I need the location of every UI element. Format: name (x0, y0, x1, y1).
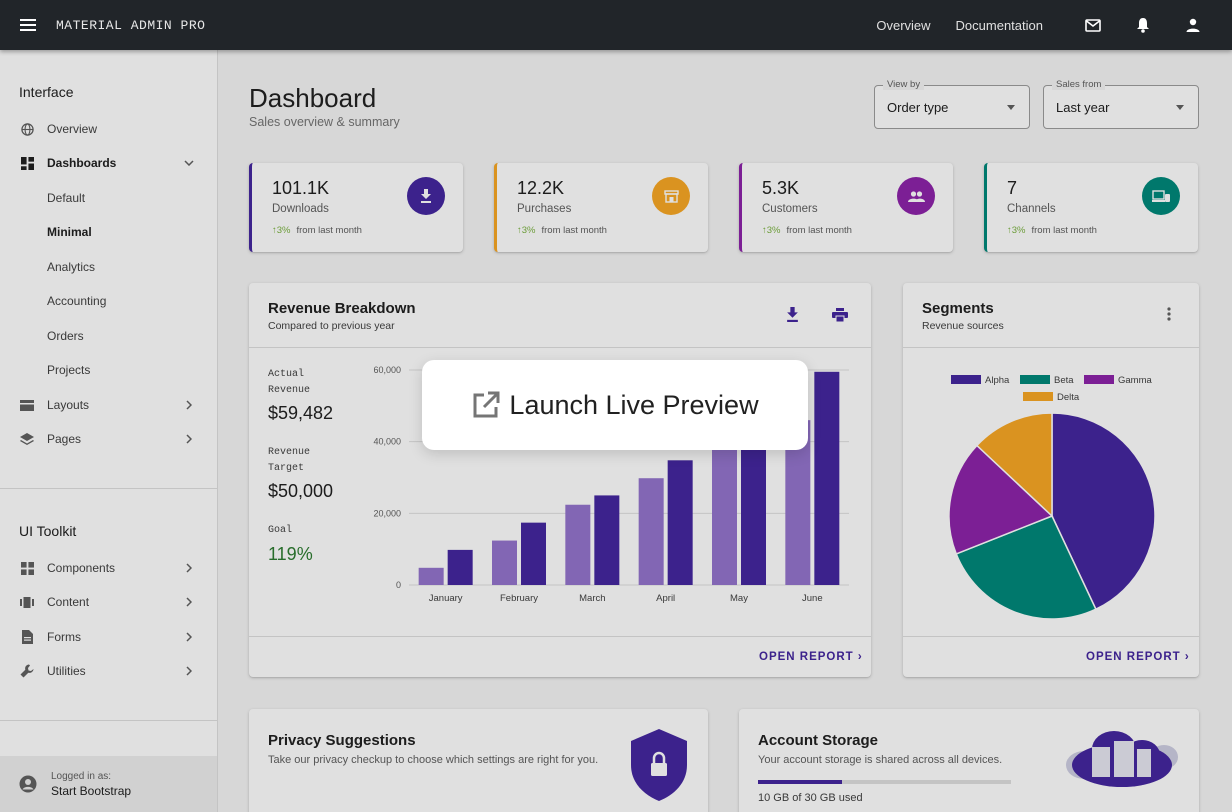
hamburger-icon (20, 19, 36, 31)
nav-link-documentation[interactable]: Documentation (956, 18, 1043, 33)
notifications-button[interactable] (1118, 0, 1168, 50)
bell-icon (1137, 18, 1149, 33)
mail-icon (1085, 18, 1101, 32)
menu-toggle-button[interactable] (0, 0, 56, 50)
mail-button[interactable] (1068, 0, 1118, 50)
top-navbar: MATERIAL ADMIN PRO Overview Documentatio… (0, 0, 1232, 50)
user-icon (1186, 18, 1200, 32)
launch-live-preview-label: Launch Live Preview (509, 389, 759, 420)
external-link-icon (473, 391, 500, 418)
brand-logo[interactable]: MATERIAL ADMIN PRO (56, 18, 205, 33)
nav-link-overview[interactable]: Overview (876, 18, 930, 33)
user-menu-button[interactable] (1168, 0, 1218, 50)
launch-live-preview-button[interactable]: Launch Live Preview (422, 360, 808, 450)
